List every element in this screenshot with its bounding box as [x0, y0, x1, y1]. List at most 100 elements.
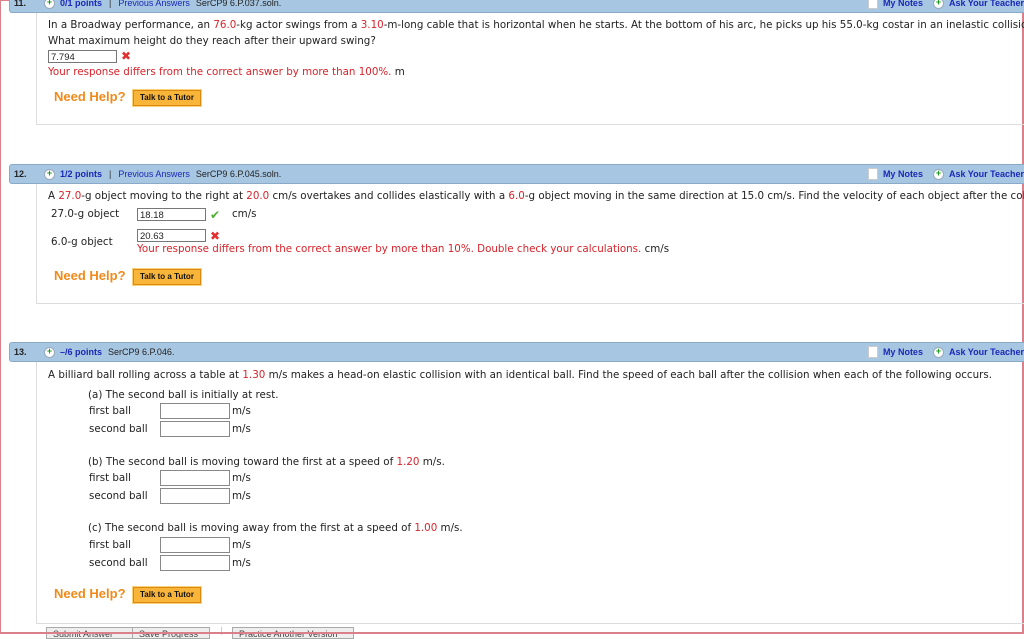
feedback-message: Your response differs from the correct a… [48, 66, 392, 78]
text: (c) The second ball is moving away from … [88, 522, 415, 534]
highlight-value: 20.0 [246, 190, 270, 202]
talk-to-tutor-button[interactable]: Talk to a Tutor [132, 268, 202, 286]
row-label: 27.0-g object [51, 208, 120, 220]
need-help-label: Need Help? [54, 268, 126, 283]
question-code: SerCP9 6.P.045.soln. [195, 169, 282, 179]
ask-teacher-link[interactable]: Ask Your Teacher [949, 169, 1024, 179]
text: A billiard ball rolling across a table a… [48, 369, 243, 381]
need-help-label: Need Help? [54, 586, 126, 601]
need-help-label: Need Help? [54, 89, 126, 104]
unit-label: m/s [232, 405, 251, 417]
highlight-value: 27.0 [58, 190, 82, 202]
expand-plus-icon[interactable] [44, 346, 55, 358]
second-ball-label: second ball [89, 490, 148, 502]
separator: | [109, 169, 112, 179]
points-link[interactable]: –/6 points [60, 347, 102, 357]
part-a-second-ball-input[interactable] [160, 421, 230, 437]
text: (b) The second ball is moving toward the… [88, 456, 397, 468]
part-a-prompt: (a) The second ball is initially at rest… [88, 389, 279, 401]
feedback-line: Your response differs from the correct a… [48, 66, 405, 78]
unit-label: m/s [232, 539, 251, 551]
part-c-second-ball-input[interactable] [160, 555, 230, 571]
window-border-left [0, 0, 1, 634]
unit-label: m/s [232, 557, 251, 569]
part-b-first-ball-input[interactable] [160, 470, 230, 486]
second-ball-label: second ball [89, 423, 148, 435]
question-12-text: A 27.0-g object moving to the right at 2… [48, 190, 1024, 202]
answer-input[interactable]: 18.18 [137, 208, 206, 221]
question-11-text: In a Broadway performance, an 76.0-kg ac… [48, 19, 1024, 31]
ask-teacher-plus-icon[interactable] [932, 0, 944, 9]
highlight-value: 1.20 [396, 456, 420, 468]
question-12-header: 12. 1/2 points | Previous Answers SerCP9… [9, 164, 1024, 184]
question-11-body: In a Broadway performance, an 76.0-kg ac… [36, 13, 1024, 125]
my-notes-link[interactable]: My Notes [883, 347, 923, 357]
separator: | [109, 0, 112, 8]
highlight-value: 1.00 [414, 522, 438, 534]
previous-answers-link[interactable]: Previous Answers [118, 169, 190, 179]
second-ball-label: second ball [89, 557, 148, 569]
notes-icon[interactable] [867, 0, 878, 9]
part-c-first-ball-input[interactable] [160, 537, 230, 553]
unit-label: m/s [232, 490, 251, 502]
part-a-first-ball-input[interactable] [160, 403, 230, 419]
ask-teacher-link[interactable]: Ask Your Teacher [949, 347, 1024, 357]
first-ball-label: first ball [89, 405, 131, 417]
part-c-prompt: (c) The second ball is moving away from … [88, 522, 463, 534]
points-link[interactable]: 1/2 points [60, 169, 102, 179]
expand-plus-icon[interactable] [44, 0, 55, 9]
question-13-text: A billiard ball rolling across a table a… [48, 369, 992, 381]
previous-answers-link[interactable]: Previous Answers [118, 0, 190, 8]
question-13-body: A billiard ball rolling across a table a… [36, 362, 1024, 624]
ask-teacher-link[interactable]: Ask Your Teacher [949, 0, 1024, 8]
first-ball-label: first ball [89, 539, 131, 551]
text: -kg actor swings from a [236, 19, 361, 31]
question-number: 12. [14, 169, 27, 179]
feedback-line: Your response differs from the correct a… [137, 243, 669, 255]
incorrect-x-icon: ✖ [121, 49, 132, 63]
unit-label: cm/s [232, 208, 257, 220]
talk-to-tutor-button[interactable]: Talk to a Tutor [132, 586, 202, 604]
part-b-second-ball-input[interactable] [160, 488, 230, 504]
row-label: 6.0-g object [51, 236, 113, 248]
unit-label: cm/s [644, 243, 670, 255]
notes-icon[interactable] [867, 346, 878, 358]
feedback-message: Your response differs from the correct a… [137, 243, 642, 255]
first-ball-label: first ball [89, 472, 131, 484]
question-11-header: 11. 0/1 points | Previous Answers SerCP9… [9, 0, 1024, 13]
question-13-header: 13. –/6 points SerCP9 6.P.046. My Notes … [9, 342, 1024, 362]
question-11-prompt: What maximum height do they reach after … [48, 35, 376, 47]
question-code: SerCP9 6.P.046. [108, 347, 175, 357]
text: -g object moving in the same direction a… [524, 190, 1024, 202]
answer-input[interactable]: 20.63 [137, 229, 206, 242]
text: m/s. [437, 522, 463, 534]
ask-teacher-plus-icon[interactable] [932, 168, 944, 180]
highlight-value: 6.0 [508, 190, 525, 202]
highlight-value: 76.0 [213, 19, 237, 31]
question-number: 13. [14, 347, 27, 357]
question-code: SerCP9 6.P.037.soln. [195, 0, 282, 8]
question-number: 11. [14, 0, 27, 8]
highlight-value: 1.30 [242, 369, 266, 381]
notes-icon[interactable] [867, 168, 878, 180]
answer-input[interactable]: 7.794 [48, 50, 117, 63]
my-notes-link[interactable]: My Notes [883, 0, 923, 8]
incorrect-x-icon: ✖ [210, 229, 221, 243]
points-link[interactable]: 0/1 points [60, 0, 102, 8]
text: In a Broadway performance, an [48, 19, 214, 31]
part-b-prompt: (b) The second ball is moving toward the… [88, 456, 445, 468]
expand-plus-icon[interactable] [44, 168, 55, 180]
my-notes-link[interactable]: My Notes [883, 169, 923, 179]
text: cm/s overtakes and collides elastically … [269, 190, 509, 202]
correct-check-icon: ✔ [210, 208, 221, 222]
text: m/s. [419, 456, 445, 468]
talk-to-tutor-button[interactable]: Talk to a Tutor [132, 89, 202, 107]
unit-label: m/s [232, 472, 251, 484]
text: -g object moving to the right at [81, 190, 247, 202]
unit-label: m/s [232, 423, 251, 435]
question-12-body: A 27.0-g object moving to the right at 2… [36, 184, 1024, 304]
text: -m-long cable that is horizontal when he… [383, 19, 1024, 31]
text: m/s makes a head-on elastic collision wi… [265, 369, 992, 381]
ask-teacher-plus-icon[interactable] [932, 346, 944, 358]
highlight-value: 3.10 [360, 19, 384, 31]
